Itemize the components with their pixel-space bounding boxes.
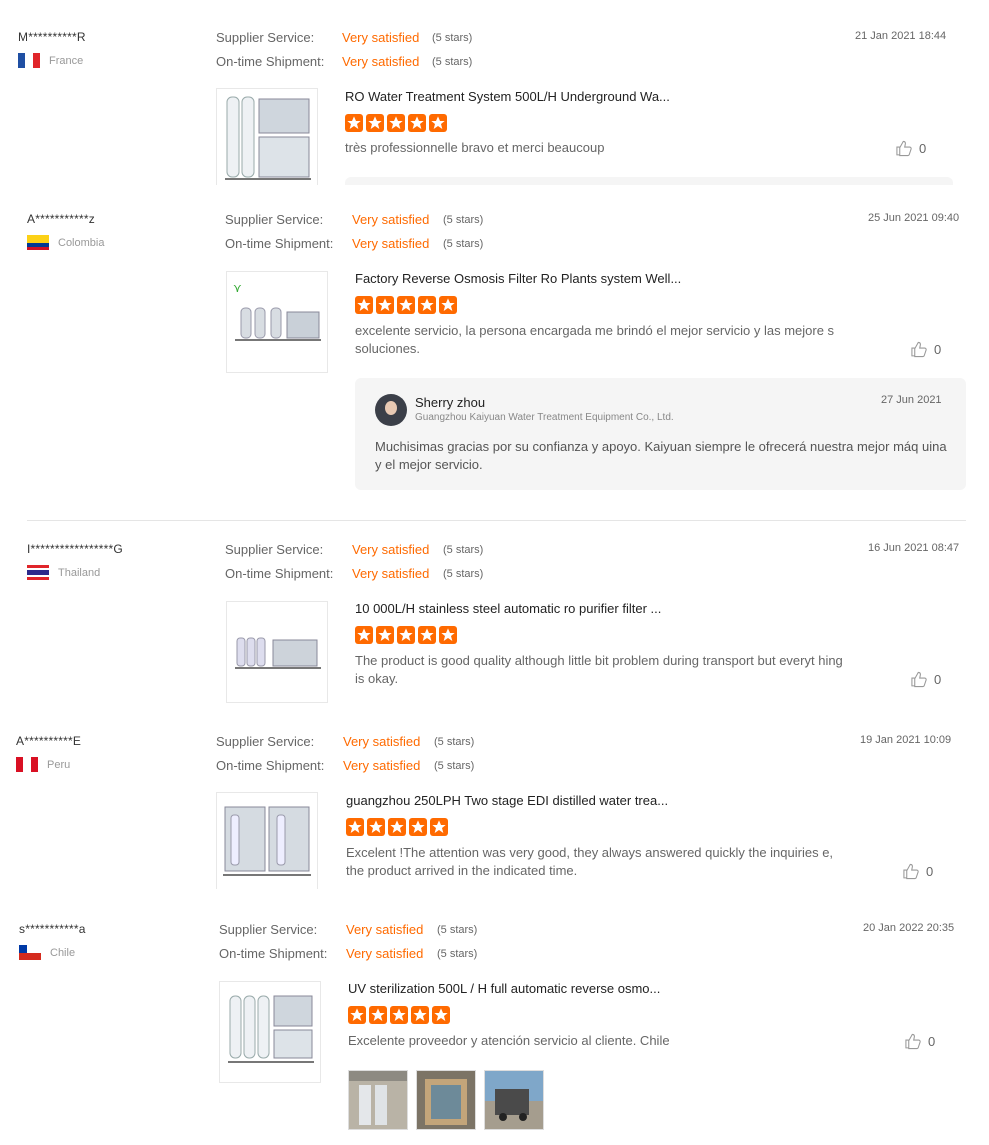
review-comment: Excelente proveedor y atención servicio … (348, 1033, 670, 1048)
country-name: Chile (50, 946, 76, 959)
shipment-label: On-time Shipment: (219, 946, 328, 961)
star-icon (348, 1006, 366, 1024)
buyer-country: Chile (19, 945, 75, 960)
supplier-service-label: Supplier Service: (219, 922, 318, 937)
star-icon (411, 1006, 429, 1024)
shipment-photo-image (349, 1071, 407, 1129)
like-count: 0 (928, 1034, 936, 1049)
star-icon (432, 1006, 450, 1024)
star-icon (390, 1006, 408, 1024)
review-photo-3[interactable] (484, 1070, 544, 1130)
buyer-name: s***********a (19, 922, 86, 936)
shipment-stars: (5 stars) (437, 948, 478, 960)
review-date: 20 Jan 2022 20:35 (863, 922, 955, 934)
supplier-service-stars: (5 stars) (437, 924, 478, 936)
uv-sterilization-system-image (228, 995, 314, 1063)
review-5: s***********a Chile Supplier Service: Ve… (0, 0, 989, 1145)
review-photo-1[interactable] (348, 1070, 408, 1130)
product-thumbnail[interactable] (219, 981, 321, 1083)
like-button[interactable]: 0 (904, 1033, 935, 1050)
product-title[interactable]: UV sterilization 500L / H full automatic… (348, 981, 660, 996)
supplier-service-rating: Very satisfied (346, 922, 424, 937)
thumbs-up-icon (905, 1033, 921, 1050)
product-star-rating (348, 1006, 450, 1024)
shipment-rating: Very satisfied (346, 946, 424, 961)
review-photo-2[interactable] (416, 1070, 476, 1130)
chile-flag-icon (19, 945, 41, 960)
star-icon (369, 1006, 387, 1024)
crate-photo-image (417, 1071, 475, 1129)
truck-photo-image (485, 1071, 543, 1129)
